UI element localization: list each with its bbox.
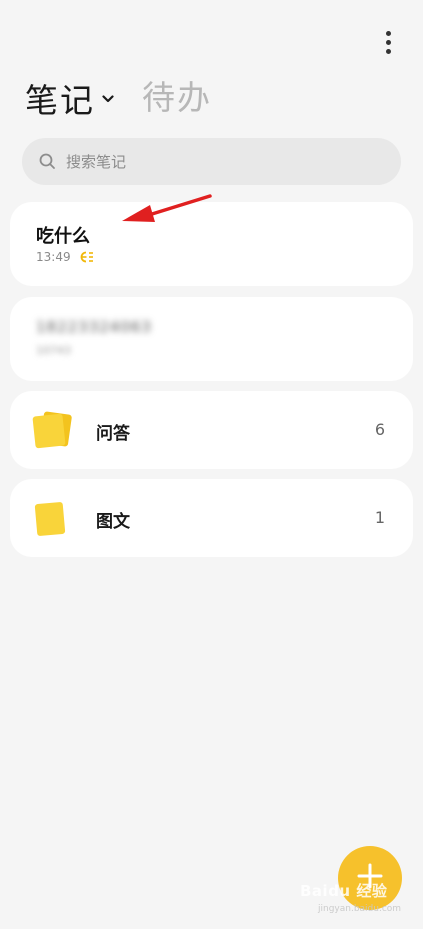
watermark-logo: Baidu 经验 [300,882,388,900]
note-time: 10743 [36,344,71,357]
note-time: 13:49 [36,250,71,264]
more-vertical-icon [385,30,391,36]
note-card[interactable]: 吃什么 13:49 [10,202,413,286]
folder-item[interactable]: 图文 1 [10,479,413,557]
chevron-down-icon[interactable] [101,92,115,106]
list-icon [80,251,94,263]
folder-icon [30,497,74,539]
tab-notes-label: 笔记 [25,81,95,120]
tab-notes[interactable]: 笔记 [25,78,115,120]
search-icon [38,153,56,171]
watermark-url: jingyan.baidu.com [318,904,402,914]
folder-count: 1 [374,508,385,527]
note-title: 吃什么 [36,226,90,247]
folder-name: 图文 [96,512,130,532]
note-card[interactable]: 18223324063 10743 [10,297,413,381]
note-meta: 13:49 [36,250,94,264]
folder-count: 6 [374,420,385,439]
folder-item[interactable]: 问答 6 [10,391,413,469]
search-bar[interactable] [22,138,401,185]
tab-todo[interactable]: 待办 [142,78,212,118]
search-input[interactable] [66,152,366,171]
folder-stack-icon [30,409,74,451]
note-title: 18223324063 [36,318,152,336]
folder-name: 问答 [96,424,130,444]
more-options-button[interactable] [376,30,400,54]
